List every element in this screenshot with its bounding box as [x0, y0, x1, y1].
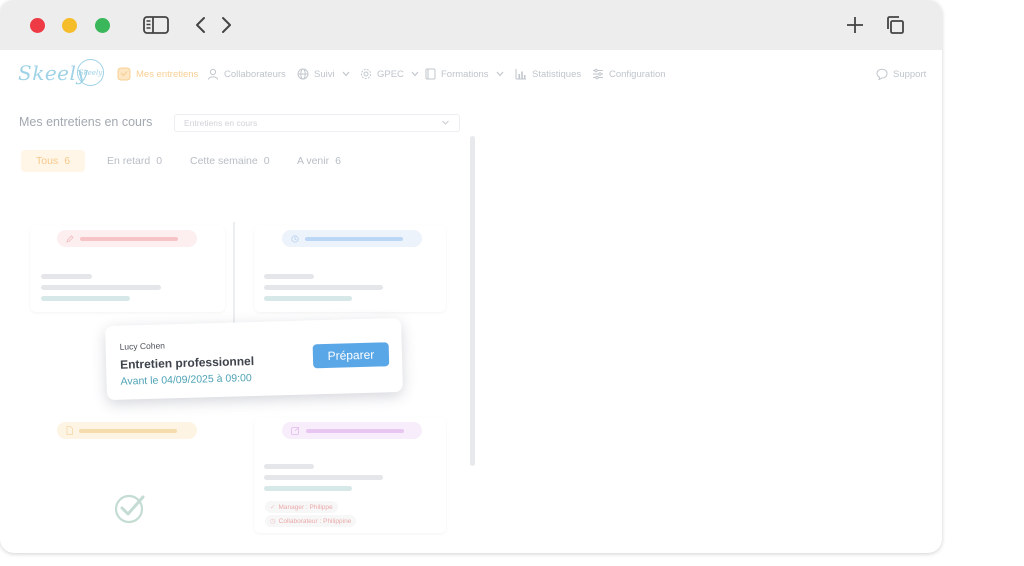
interview-card-placeholder[interactable]: [30, 226, 225, 312]
new-tab-icon[interactable]: [842, 14, 868, 36]
edit-square-icon: [291, 426, 300, 435]
nav-item-label: Statistiques: [532, 68, 582, 80]
placeholder-line: [41, 285, 161, 290]
gear-icon: [360, 68, 372, 80]
placeholder-line: [264, 274, 314, 279]
interview-deadline: Avant le 04/09/2025 à 09:00: [120, 372, 252, 388]
select-value: Entretiens en cours: [184, 118, 258, 128]
pill-bar: [305, 236, 403, 241]
collaborator-tag: ◷ Collaborateur : Philippine: [265, 515, 357, 527]
interview-card-placeholder[interactable]: ✓ Manager : Philippe ◷ Collaborateur : P…: [254, 418, 446, 533]
support-label: Support: [893, 68, 927, 80]
interview-title: Entretien professionnel: [119, 354, 255, 372]
tab-label: Tous: [36, 155, 59, 167]
manager-tag: ✓ Manager : Philippe: [265, 501, 338, 513]
clock-icon: [291, 234, 299, 243]
tab-tous[interactable]: Tous 6: [21, 150, 86, 172]
status-pill: [282, 230, 422, 247]
tab-overview-icon[interactable]: [882, 14, 908, 36]
chevron-down-icon: [442, 120, 449, 125]
interviews-filter-select[interactable]: Entretiens en cours: [174, 114, 460, 132]
tab-label: En retard: [107, 155, 151, 167]
tab-a-venir[interactable]: A venir 6: [297, 150, 341, 172]
clock-icon: ◷: [270, 518, 276, 525]
nav-item-configuration[interactable]: Configuration: [592, 66, 666, 82]
status-pill: [282, 422, 422, 439]
logo-badge: Skeely: [77, 59, 104, 86]
chevron-down-icon: [411, 71, 419, 77]
nav-item-label: Suivi: [314, 68, 335, 80]
title-bar: [0, 0, 942, 50]
page-title: Mes entretiens en cours: [19, 115, 153, 129]
interview-icon: [117, 67, 131, 81]
chevron-down-icon: [342, 71, 350, 77]
placeholder-line: [264, 475, 383, 480]
nav-item-mes-entretiens[interactable]: Mes entretiens: [117, 66, 198, 82]
browser-window: Skeely Skeely Mes entretiens Collaborate…: [0, 0, 942, 553]
book-icon: [425, 68, 436, 80]
tab-count: 0: [156, 155, 163, 167]
check-circle-icon: [114, 494, 145, 524]
bar-chart-icon: [515, 69, 526, 80]
pill-bar: [80, 236, 178, 241]
list-scrollbar[interactable]: [470, 136, 475, 466]
nav-item-label: Configuration: [609, 68, 666, 80]
close-window-button[interactable]: [30, 18, 45, 33]
app-navbar: Skeely Skeely Mes entretiens Collaborate…: [0, 58, 942, 90]
nav-item-label: GPEC: [377, 68, 404, 80]
status-pill: [57, 230, 197, 247]
nav-item-formations[interactable]: Formations: [425, 66, 504, 82]
support-link[interactable]: Support: [876, 66, 926, 82]
status-pill: [57, 422, 197, 439]
placeholder-line: [264, 486, 352, 491]
placeholder-line: [264, 464, 314, 469]
globe-icon: [297, 68, 309, 80]
nav-item-gpec[interactable]: GPEC: [360, 66, 419, 82]
minimize-window-button[interactable]: [62, 18, 77, 33]
chat-bubble-icon: [876, 68, 888, 80]
tab-cette-semaine[interactable]: Cette semaine 0: [190, 150, 270, 172]
nav-item-label: Collaborateurs: [224, 68, 286, 80]
interview-card-placeholder[interactable]: [254, 226, 446, 312]
placeholder-line: [41, 274, 92, 279]
tab-label: Cette semaine: [190, 155, 258, 167]
user-icon: [208, 68, 218, 80]
prepare-button[interactable]: Préparer: [312, 342, 390, 369]
nav-item-label: Mes entretiens: [136, 68, 199, 80]
tab-en-retard[interactable]: En retard 0: [107, 150, 162, 172]
interviewee-name: Lucy Cohen: [119, 340, 166, 352]
tag-label: Collaborateur : Philippine: [278, 517, 352, 525]
document-icon: [66, 426, 73, 435]
nav-item-collaborateurs[interactable]: Collaborateurs: [207, 66, 286, 82]
maximize-window-button[interactable]: [95, 18, 110, 33]
placeholder-line: [41, 296, 130, 301]
tab-label: A venir: [297, 155, 330, 167]
list-settings-icon: [593, 68, 603, 80]
tab-count: 0: [263, 155, 270, 167]
placeholder-line: [264, 285, 383, 290]
nav-item-suivi[interactable]: Suivi: [297, 66, 350, 82]
pencil-icon: [66, 234, 74, 243]
interview-card-placeholder[interactable]: [30, 418, 225, 448]
check-icon: ✓: [270, 504, 276, 511]
chevron-down-icon: [496, 71, 503, 77]
placeholder-line: [264, 296, 352, 301]
tag-label: Manager : Philippe: [278, 503, 333, 511]
sidebar-toggle-icon[interactable]: [143, 14, 169, 36]
tab-count: 6: [64, 155, 71, 167]
tab-count: 6: [335, 155, 341, 167]
back-icon[interactable]: [188, 14, 214, 36]
featured-interview-card[interactable]: Lucy Cohen Entretien professionnel Avant…: [105, 317, 403, 401]
forward-icon[interactable]: [213, 14, 239, 36]
nav-item-statistiques[interactable]: Statistiques: [515, 66, 581, 82]
nav-item-label: Formations: [441, 68, 489, 80]
pill-bar: [79, 428, 177, 433]
pill-bar: [306, 428, 404, 433]
